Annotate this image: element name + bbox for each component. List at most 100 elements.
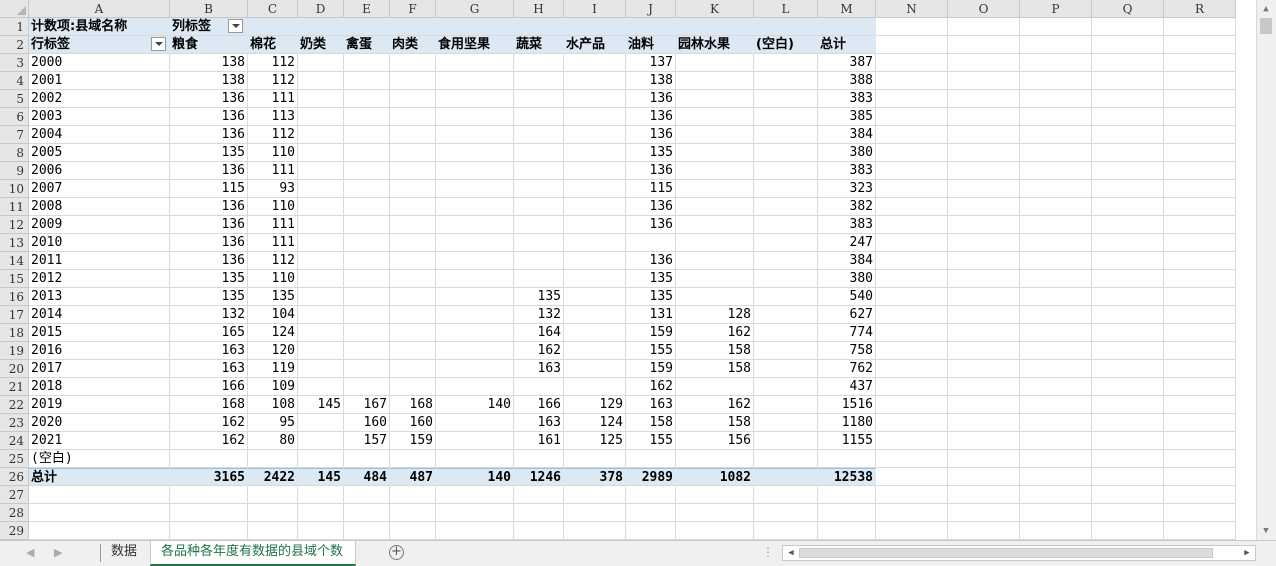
column-header-r[interactable]: R — [1164, 0, 1236, 18]
cell[interactable] — [1020, 198, 1092, 216]
value-cell[interactable]: 162 — [676, 324, 754, 342]
row-header[interactable]: 25 — [0, 450, 29, 468]
cell[interactable] — [948, 72, 1020, 90]
cell[interactable] — [1164, 144, 1236, 162]
row-header[interactable]: 14 — [0, 252, 29, 270]
cell[interactable] — [1164, 108, 1236, 126]
value-cell[interactable]: 140 — [436, 396, 514, 414]
value-cell[interactable] — [436, 108, 514, 126]
value-cell[interactable] — [390, 90, 436, 108]
column-header-f[interactable]: F — [390, 0, 436, 18]
cell[interactable] — [876, 216, 948, 234]
row-header[interactable]: 7 — [0, 126, 29, 144]
value-cell[interactable] — [676, 234, 754, 252]
cell[interactable] — [626, 504, 676, 522]
value-cell[interactable]: 137 — [626, 54, 676, 72]
cell[interactable] — [514, 486, 564, 504]
value-cell[interactable]: 135 — [170, 270, 248, 288]
value-cell[interactable]: 115 — [626, 180, 676, 198]
pivot-column-header[interactable]: 棉花 — [248, 36, 298, 54]
row-header[interactable]: 3 — [0, 54, 29, 72]
value-cell[interactable] — [626, 234, 676, 252]
pivot-column-header[interactable]: 蔬菜 — [514, 36, 564, 54]
value-cell[interactable] — [390, 360, 436, 378]
cell[interactable] — [948, 216, 1020, 234]
pivot-column-header[interactable]: 奶类 — [298, 36, 344, 54]
value-cell[interactable] — [390, 378, 436, 396]
row-header[interactable]: 10 — [0, 180, 29, 198]
value-cell[interactable] — [390, 306, 436, 324]
value-cell[interactable] — [344, 342, 390, 360]
value-cell[interactable] — [248, 450, 298, 468]
cell[interactable] — [1092, 90, 1164, 108]
pivot-column-header[interactable]: 油料 — [626, 36, 676, 54]
value-cell[interactable] — [514, 108, 564, 126]
column-header-e[interactable]: E — [344, 0, 390, 18]
cell[interactable] — [29, 522, 170, 540]
cell[interactable] — [29, 504, 170, 522]
cell[interactable] — [29, 486, 170, 504]
cell[interactable] — [298, 18, 344, 36]
cell[interactable] — [514, 522, 564, 540]
value-cell[interactable]: 112 — [248, 126, 298, 144]
value-cell[interactable] — [754, 234, 818, 252]
value-cell[interactable] — [298, 306, 344, 324]
value-cell[interactable]: 774 — [818, 324, 876, 342]
row-label[interactable]: 2015 — [29, 324, 170, 342]
cell[interactable] — [436, 504, 514, 522]
value-cell[interactable] — [436, 54, 514, 72]
value-cell[interactable] — [344, 216, 390, 234]
cell[interactable] — [876, 108, 948, 126]
cell[interactable] — [1164, 252, 1236, 270]
value-cell[interactable] — [564, 180, 626, 198]
pivot-title[interactable]: 计数项:县域名称 — [29, 18, 170, 36]
total-value-cell[interactable]: 487 — [390, 468, 436, 486]
value-cell[interactable] — [436, 126, 514, 144]
cell[interactable] — [876, 360, 948, 378]
value-cell[interactable]: 111 — [248, 162, 298, 180]
value-cell[interactable] — [514, 216, 564, 234]
value-cell[interactable]: 128 — [676, 306, 754, 324]
value-cell[interactable] — [754, 126, 818, 144]
value-cell[interactable] — [754, 72, 818, 90]
value-cell[interactable] — [564, 108, 626, 126]
value-cell[interactable]: 437 — [818, 378, 876, 396]
value-cell[interactable] — [626, 450, 676, 468]
value-cell[interactable]: 104 — [248, 306, 298, 324]
value-cell[interactable] — [344, 198, 390, 216]
column-header-a[interactable]: A — [29, 0, 170, 18]
value-cell[interactable]: 111 — [248, 234, 298, 252]
value-cell[interactable] — [754, 162, 818, 180]
value-cell[interactable]: 112 — [248, 72, 298, 90]
cell[interactable] — [948, 198, 1020, 216]
cell[interactable] — [876, 414, 948, 432]
value-cell[interactable]: 158 — [626, 414, 676, 432]
cell[interactable] — [1020, 234, 1092, 252]
cell[interactable] — [1092, 72, 1164, 90]
value-cell[interactable]: 165 — [170, 324, 248, 342]
cell[interactable] — [1164, 522, 1236, 540]
cell[interactable] — [818, 522, 876, 540]
value-cell[interactable]: 125 — [564, 432, 626, 450]
value-cell[interactable] — [754, 306, 818, 324]
value-cell[interactable]: 384 — [818, 252, 876, 270]
value-cell[interactable] — [298, 378, 344, 396]
pivot-column-header[interactable]: 园林水果 — [676, 36, 754, 54]
value-cell[interactable] — [564, 198, 626, 216]
cell[interactable] — [948, 324, 1020, 342]
cell[interactable] — [876, 198, 948, 216]
cell[interactable] — [1164, 162, 1236, 180]
cell[interactable] — [1164, 72, 1236, 90]
total-value-cell[interactable] — [754, 468, 818, 486]
cell[interactable] — [564, 522, 626, 540]
value-cell[interactable] — [344, 180, 390, 198]
cell[interactable] — [1092, 450, 1164, 468]
value-cell[interactable]: 136 — [170, 90, 248, 108]
value-cell[interactable] — [436, 342, 514, 360]
cell[interactable] — [948, 450, 1020, 468]
column-header-q[interactable]: Q — [1092, 0, 1164, 18]
cell[interactable] — [1020, 450, 1092, 468]
sheet-tab-data[interactable]: 数据 — [101, 541, 147, 566]
total-label[interactable]: 总计 — [29, 468, 170, 486]
value-cell[interactable] — [298, 108, 344, 126]
